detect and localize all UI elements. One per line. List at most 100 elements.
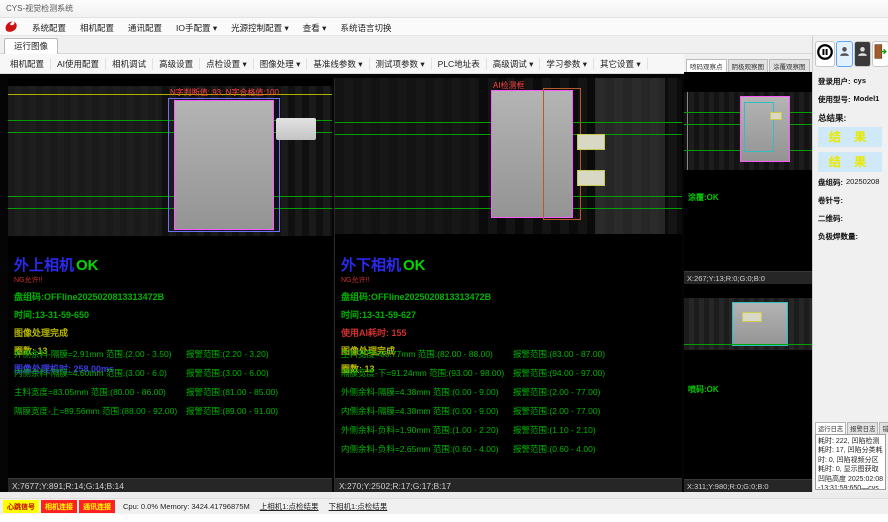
alarm-range-text: 报警范围:(2.20 - 3.20) [186, 348, 330, 360]
observe-tabs: 喷码观察点阴极观察图涂覆观察图 [684, 54, 812, 72]
toolbar-item[interactable]: 图像处理 ▾ [254, 58, 308, 70]
measurement-row: 隔膜宽度-下=91.24mm 范围:(93.00 - 98.00)报警范围:(9… [341, 367, 680, 379]
observe-tab[interactable]: 涂覆观察图 [769, 59, 810, 72]
model-row: 使用型号: Model1 [818, 94, 886, 105]
result-box-1: 结 果 [818, 127, 882, 147]
code-mark [742, 312, 762, 322]
needle-row: 卷针号: [818, 195, 886, 206]
log-tab[interactable]: 运行日志 [815, 422, 846, 434]
menu-item[interactable]: IO手配置 ▾ [169, 23, 224, 33]
measurement-row: 主料宽度=83.77mm 范围:(82.00 - 88.00)报警范围:(83.… [341, 348, 680, 360]
pause-button[interactable] [815, 41, 835, 67]
menu-item[interactable]: 系统配置 [25, 23, 73, 33]
observe-column: 涂覆:OK X:267;Y:13;R:0;G:0;B:0 喷码:OK X:311… [684, 72, 812, 492]
ai-roi-box [543, 88, 581, 220]
menu-item[interactable]: 查看 ▾ [296, 23, 334, 33]
measurement-list-upper: 外侧余料-隔膜=2.91mm 范围:(2.00 - 3.50)报警范围:(2.2… [14, 348, 330, 424]
inspection-image-lower[interactable]: AI检测框 [335, 78, 682, 234]
model-value[interactable]: Model1 [854, 94, 880, 105]
measurement-row: 外侧余料-隔膜=2.91mm 范围:(2.00 - 3.50)报警范围:(2.2… [14, 348, 330, 360]
log-section: 运行日志报警日志错误日志 耗时: 222, 凹陷检测耗时: 17, 凹陷分类耗时… [815, 422, 886, 490]
verdict-ok: OK [403, 257, 426, 274]
measurement-row: 外侧余料-负料=1.90mm 范围:(1.00 - 2.20)报警范围:(1.1… [341, 424, 680, 436]
menu-items: 系统配置相机配置通讯配置IO手配置 ▾光源控制配置 ▾查看 ▾系统语言切换 [25, 18, 398, 36]
measurement-text: 外侧余料-负料=1.90mm 范围:(1.00 - 2.20) [341, 424, 513, 436]
check-result-link[interactable]: 下相机1:点检结果 [329, 501, 388, 512]
menu-item[interactable]: 光源控制配置 ▾ [224, 23, 296, 33]
toolbar-item[interactable]: 相机调试 [106, 58, 153, 70]
sidebar-buttons [815, 41, 888, 67]
total-result-label: 总结果: [818, 112, 886, 124]
measurement-text: 主料宽度=83.05mm 范围:(80.00 - 86.00) [14, 386, 186, 398]
observe-result-label: 涂覆:OK [688, 192, 719, 203]
check-result-link[interactable]: 上相机1:点检结果 [260, 501, 319, 512]
sidebar-fields: 登录用户: cys 使用型号: Model1 总结果: 结 果 结 果 盘组码:… [818, 76, 886, 249]
toolbar-item[interactable]: 其它设置 ▾ [594, 58, 648, 70]
observe-image [684, 298, 812, 350]
toolbar-item[interactable]: 基准线参数 ▾ [307, 58, 369, 70]
toolbar-item[interactable]: 高级设置 [153, 58, 200, 70]
needle-label: 卷针号: [818, 195, 843, 206]
ai-time: 使用AI耗时: 155 [341, 326, 491, 339]
qrcode-row: 二维码: [818, 213, 886, 224]
menu-item[interactable]: 通讯配置 [121, 23, 169, 33]
batch-label: 盘组码: [818, 177, 843, 188]
electrode-sheet [732, 302, 788, 346]
observe-image [684, 92, 812, 170]
image-shadow [335, 78, 475, 234]
alarm-range-text: 报警范围:(0.60 - 4.00) [513, 443, 680, 455]
batch-value: 20250208 [846, 177, 879, 188]
menu-item[interactable]: 相机配置 [73, 23, 121, 33]
logout-button[interactable] [872, 41, 888, 67]
weld-count-label: 负极焊数量: [818, 231, 858, 242]
toolbar: 相机配置AI使用配置相机调试高级设置点检设置 ▾图像处理 ▾基准线参数 ▾测试项… [0, 54, 684, 74]
observe-view-bottom[interactable]: 喷码:OK [684, 284, 812, 479]
tab-connector [276, 118, 316, 140]
status-badges: 心跳信号相机连接通讯连接 [3, 500, 117, 513]
toolbar-item[interactable]: 测试项参数 ▾ [370, 58, 432, 70]
overlay-n-value: N字判断值: 93; N字合格值:100 [170, 87, 279, 98]
toolbar-item[interactable]: AI使用配置 [51, 58, 106, 70]
window-title: CYS-视觉检测系统 [6, 4, 73, 13]
roi-box [744, 102, 774, 152]
log-tab[interactable]: 报警日志 [847, 422, 878, 434]
measurement-text: 隔膜宽度-上=89.56mm 范围:(88.00 - 92.00) [14, 405, 186, 417]
camera-panel-lower: AI检测框 外下相机OK NG允许!! 盘组码:OFFline202502081… [334, 78, 682, 492]
user-switch-button[interactable] [854, 41, 871, 67]
login-user-row: 登录用户: cys [818, 76, 886, 87]
measurement-text: 主料宽度=83.77mm 范围:(82.00 - 88.00) [341, 348, 513, 360]
toolbar-item[interactable]: 相机配置 [4, 58, 51, 70]
toolbar-item[interactable]: 高级调试 ▾ [487, 58, 541, 70]
menu-item[interactable]: 系统语言切换 [333, 23, 398, 33]
pixel-status-observe-bottom: X:311;Y:980;R:0;G:0;B:0 [684, 479, 812, 492]
main-view-area: N字判断值: 93; N字合格值:100 外上相机OK NG允许!! 盘组码:O… [0, 74, 684, 492]
user-icon [838, 45, 851, 63]
log-tab[interactable]: 错误日志 [879, 422, 888, 434]
tab-run-image[interactable]: 运行图像 [4, 38, 58, 55]
observe-view-top[interactable]: 涂覆:OK [684, 72, 812, 271]
camera-name: 外上相机 [14, 257, 74, 274]
alarm-range-text: 报警范围:(3.00 - 6.00) [186, 367, 330, 379]
user-login-button[interactable] [836, 41, 853, 67]
observe-tab[interactable]: 阴极观察图 [728, 59, 769, 72]
measurement-text: 隔膜宽度-下=91.24mm 范围:(93.00 - 98.00) [341, 367, 513, 379]
pixel-status-observe-top: X:267;Y:13;R:0;G:0;B:0 [684, 271, 812, 284]
image-highlight [595, 78, 665, 234]
baseline-green [684, 344, 812, 345]
alarm-range-text: 报警范围:(89.00 - 91.00) [186, 405, 330, 417]
toolbar-item[interactable]: PLC地址表 [432, 58, 487, 70]
status-badge: 相机连接 [41, 500, 77, 513]
inspection-image-upper[interactable]: N字判断值: 93; N字合格值:100 [8, 86, 332, 236]
log-textarea[interactable]: 耗时: 222, 凹陷检测耗时: 17, 凹陷分类耗时: 0, 凹陷视频分区耗时… [815, 434, 886, 490]
measurement-list-lower: 主料宽度=83.77mm 范围:(82.00 - 88.00)报警范围:(83.… [341, 348, 680, 462]
status-badge: 心跳信号 [3, 500, 39, 513]
status-bar: 心跳信号相机连接通讯连接 Cpu: 0.0% Memory: 3424.4179… [0, 498, 888, 514]
verdict-ok: OK [76, 257, 99, 274]
measurement-row: 内侧余料-隔膜=4.38mm 范围:(0.00 - 9.00)报警范围:(2.0… [341, 405, 680, 417]
toolbar-item[interactable]: 点检设置 ▾ [200, 58, 254, 70]
toolbar-item[interactable]: 学习参数 ▾ [540, 58, 594, 70]
process-done: 图像处理完成 [14, 326, 164, 339]
observe-tab[interactable]: 喷码观察点 [686, 59, 727, 72]
cpu-memory-text: Cpu: 0.0% Memory: 3424.41796875M [123, 502, 250, 511]
alarm-range-text: 报警范围:(94.00 - 97.00) [513, 367, 680, 379]
